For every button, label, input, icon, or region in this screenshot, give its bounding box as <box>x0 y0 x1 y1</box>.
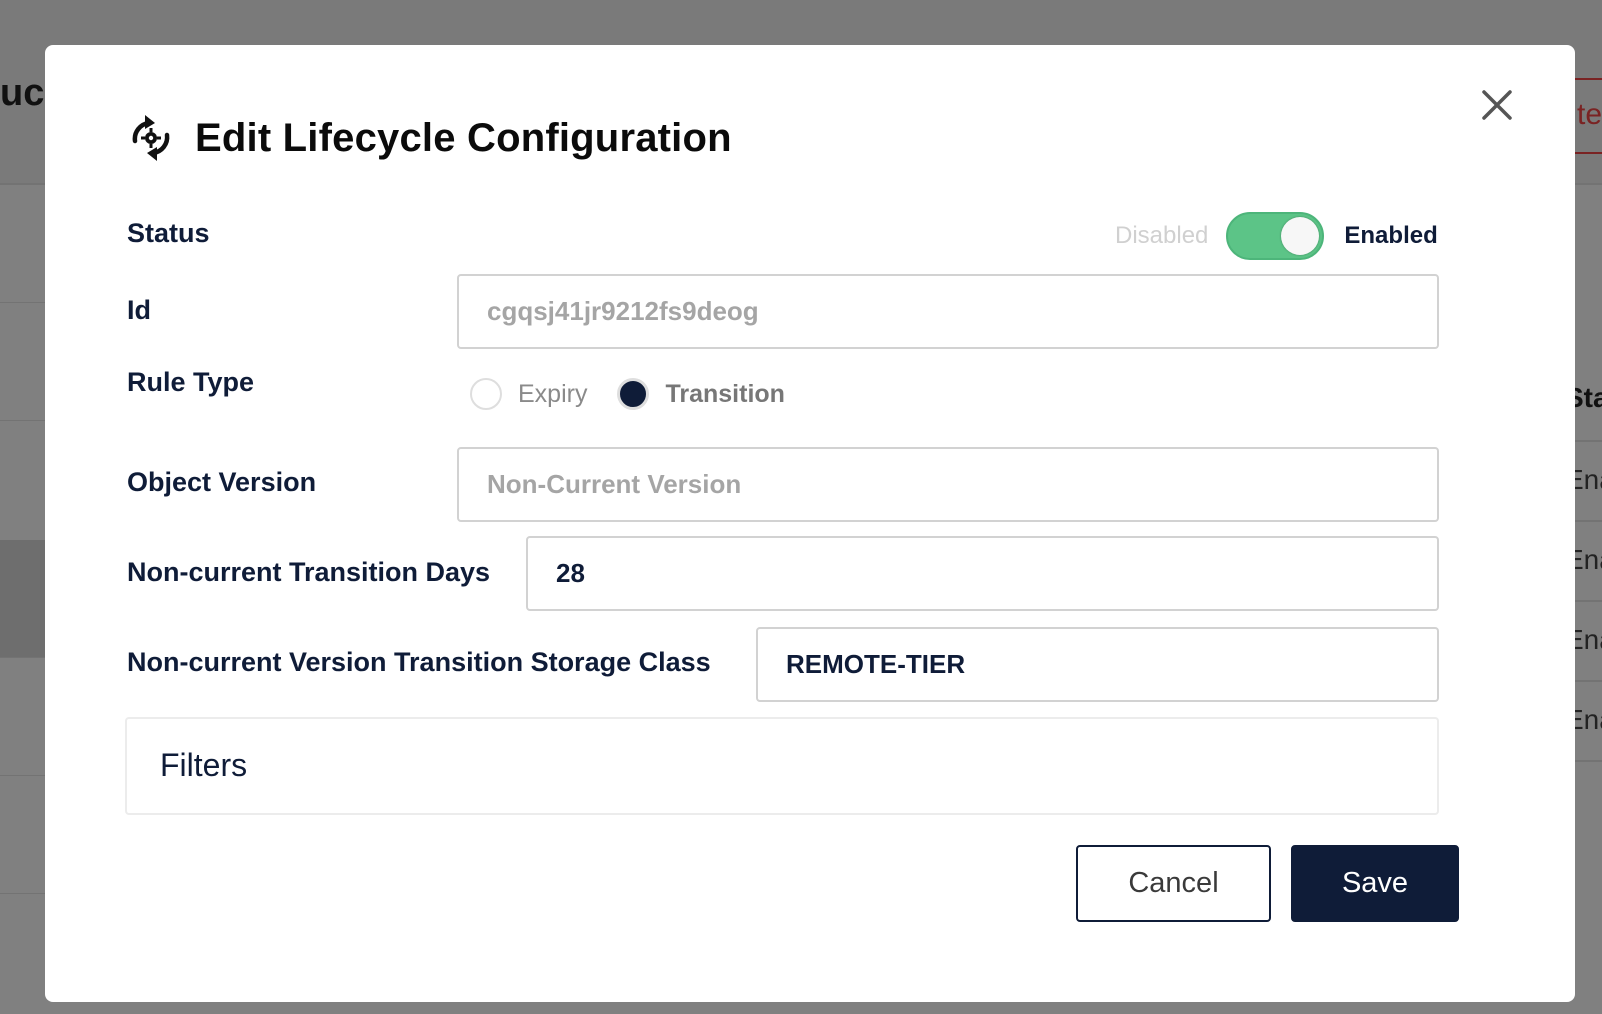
status-label: Status <box>127 218 210 248</box>
status-toggle-group: Disabled Enabled <box>1115 212 1438 260</box>
status-disabled-label: Disabled <box>1115 222 1209 249</box>
storage-class-select[interactable]: REMOTE-TIER <box>756 627 1439 702</box>
filters-accordion[interactable]: Filters <box>125 717 1439 815</box>
object-version-select[interactable]: Non-Current Version <box>457 447 1439 522</box>
close-icon <box>1482 90 1512 120</box>
close-button[interactable] <box>1475 83 1519 127</box>
id-label: Id <box>127 295 151 325</box>
toggle-knob <box>1281 217 1320 255</box>
save-button[interactable]: Save <box>1291 845 1459 922</box>
status-toggle[interactable] <box>1226 212 1325 260</box>
rule-type-radio-group: Expiry Transition <box>470 378 785 410</box>
cancel-button[interactable]: Cancel <box>1076 845 1271 922</box>
radio-transition-label: Transition <box>665 379 785 408</box>
rule-type-transition-option[interactable]: Transition <box>617 378 785 410</box>
object-version-label: Object Version <box>127 467 317 497</box>
noncurrent-days-input[interactable]: 28 <box>526 536 1439 611</box>
status-enabled-label: Enabled <box>1344 222 1438 249</box>
radio-transition[interactable] <box>617 378 650 410</box>
background-page-title: uc <box>0 72 45 114</box>
id-field[interactable]: cgqsj41jr9212fs9deog <box>457 274 1439 349</box>
radio-expiry[interactable] <box>470 378 502 410</box>
radio-expiry-label: Expiry <box>518 379 588 408</box>
modal-title: Edit Lifecycle Configuration <box>195 115 732 160</box>
filters-label: Filters <box>160 747 248 783</box>
noncurrent-days-label: Non-current Transition Days <box>127 557 491 587</box>
rule-type-label: Rule Type <box>127 367 255 397</box>
storage-class-label: Non-current Version Transition Storage C… <box>127 647 711 677</box>
rule-type-expiry-option[interactable]: Expiry <box>470 378 587 410</box>
modal-header: Edit Lifecycle Configuration <box>125 111 732 165</box>
lifecycle-icon <box>132 115 170 161</box>
edit-lifecycle-modal: Edit Lifecycle Configuration Status Disa… <box>45 45 1575 1002</box>
